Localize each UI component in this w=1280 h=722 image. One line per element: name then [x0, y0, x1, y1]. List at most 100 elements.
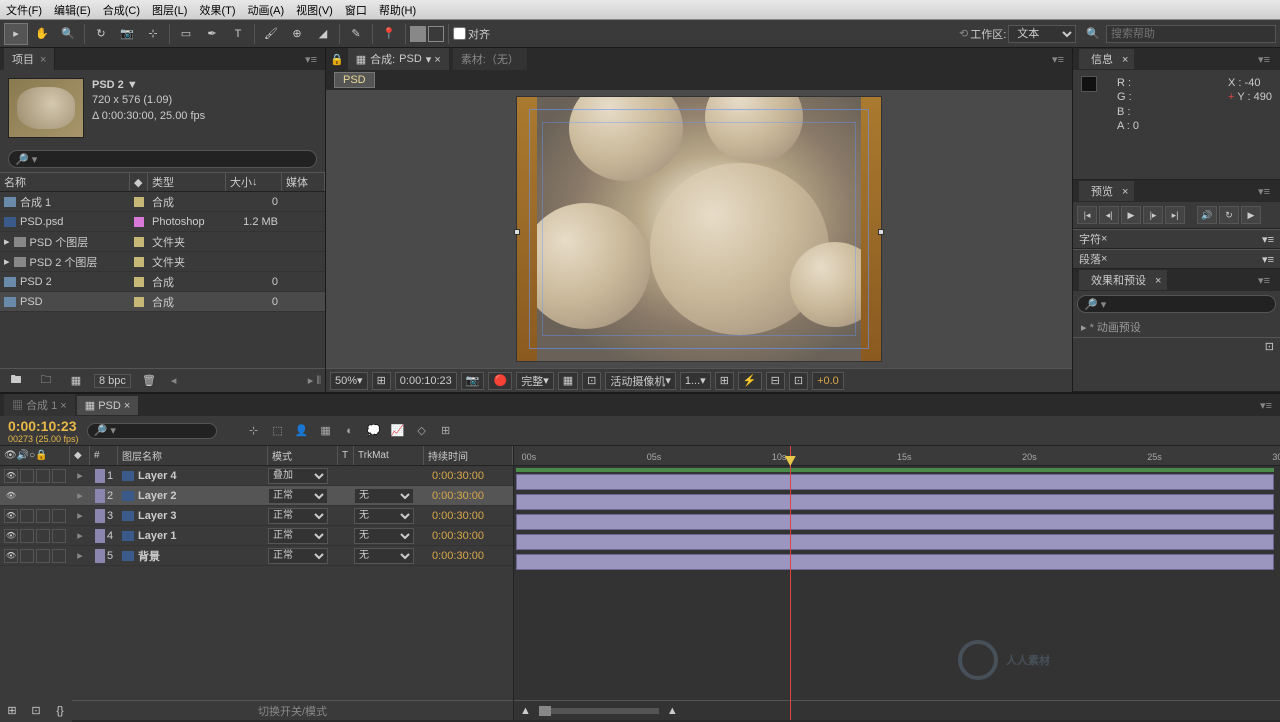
layer-bar[interactable]	[516, 494, 1274, 510]
tl-btn2[interactable]: ⊡	[24, 700, 48, 722]
preview-tab[interactable]: 预览 ×	[1079, 181, 1134, 201]
comp-subtab[interactable]: PSD	[334, 72, 375, 88]
col-duration[interactable]: 持续时间	[424, 446, 513, 465]
menu-file[interactable]: 文件(F)	[6, 2, 42, 18]
timeline-current-time[interactable]: 0:00:10:23	[8, 418, 79, 434]
auto-keyframe-icon[interactable]: ◇	[413, 422, 431, 440]
col-name[interactable]: 名称	[0, 173, 130, 191]
panel-menu-icon[interactable]: ▾≡	[1256, 399, 1276, 412]
zoom-tool[interactable]: 🔍	[56, 23, 80, 45]
text-tool[interactable]: T	[226, 23, 250, 45]
menu-layer[interactable]: 图层(L)	[152, 2, 187, 18]
trash-icon[interactable]: 🗑	[137, 370, 161, 392]
first-frame-btn[interactable]: |◂	[1077, 206, 1097, 224]
col-tag[interactable]: ◆	[130, 173, 148, 191]
timeline-search[interactable]: 🔎 ▾	[87, 423, 217, 439]
new-comp-icon[interactable]: ▦	[64, 370, 88, 392]
col-type[interactable]: 类型	[148, 173, 226, 191]
effects-item[interactable]: ▸ * 动画预设	[1073, 317, 1280, 337]
playhead[interactable]	[790, 446, 791, 720]
layer-bar[interactable]	[516, 554, 1274, 570]
graph-editor-icon[interactable]: ⊞	[437, 422, 455, 440]
anchor-tool[interactable]: ⊹	[141, 23, 165, 45]
interpret-icon[interactable]: 🖿	[4, 370, 28, 392]
snapshot-icon[interactable]: 📷	[461, 372, 485, 390]
eraser-tool[interactable]: ◢	[311, 23, 335, 45]
tl-btn3[interactable]: {}	[48, 700, 72, 722]
timeline-ruler[interactable]: 00s05s10s15s20s25s30s	[514, 446, 1280, 466]
timeline-icon[interactable]: ⊟	[766, 372, 785, 390]
time-display[interactable]: 0:00:10:23	[395, 372, 457, 390]
footage-tab[interactable]: 素材:（无）	[453, 48, 527, 70]
fast-icon[interactable]: ⚡	[738, 372, 762, 390]
res-icon[interactable]: ⊞	[372, 372, 391, 390]
zoom-out-icon[interactable]: ▲	[520, 705, 531, 717]
menu-help[interactable]: 帮助(H)	[379, 2, 416, 18]
frame-blend-icon[interactable]: ▦	[317, 422, 335, 440]
px-icon[interactable]: ⊞	[715, 372, 734, 390]
layer-bar[interactable]	[516, 534, 1274, 550]
draft3d-icon[interactable]: ⬚	[269, 422, 287, 440]
align-checkbox[interactable]	[453, 27, 466, 40]
grid-icon[interactable]: ▦	[558, 372, 578, 390]
menu-effect[interactable]: 效果(T)	[199, 2, 235, 18]
prev-frame-btn[interactable]: ◂|	[1099, 206, 1119, 224]
layer-bar[interactable]	[516, 474, 1274, 490]
new-folder-icon[interactable]: 🗀	[34, 370, 58, 392]
char-panel-header[interactable]: 字符 ×▾≡	[1073, 229, 1280, 249]
loop-btn[interactable]: ↻	[1219, 206, 1239, 224]
brush-tool[interactable]: 🖌	[259, 23, 283, 45]
shy-icon[interactable]: 👤	[293, 422, 311, 440]
tl-btn1[interactable]: ⊞	[0, 700, 24, 722]
effects-search[interactable]: 🔎 ▾	[1077, 295, 1276, 313]
motion-blur-icon[interactable]: ◐	[341, 422, 359, 440]
para-panel-header[interactable]: 段落 ×▾≡	[1073, 249, 1280, 269]
project-search[interactable]: 🔎 ▾	[8, 150, 317, 168]
effects-tab[interactable]: 效果和预设 ×	[1079, 270, 1167, 290]
timeline-layer[interactable]: 👁 ▸ 1 Layer 4 叠加 0:00:30:00	[0, 466, 513, 486]
rect-tool[interactable]: ▭	[174, 23, 198, 45]
col-size[interactable]: 大小 ↓	[226, 173, 282, 191]
timeline-layer[interactable]: 👁 ▸ 2 Layer 2 正常 无 0:00:30:00	[0, 486, 513, 506]
col-mode[interactable]: 模式	[268, 446, 338, 465]
next-frame-btn[interactable]: |▸	[1143, 206, 1163, 224]
effects-apply-icon[interactable]: ⊡	[1073, 337, 1280, 357]
zoom-in-icon[interactable]: ▲	[667, 705, 678, 717]
puppet-tool[interactable]: 📍	[377, 23, 401, 45]
camera-tool[interactable]: 📷	[115, 23, 139, 45]
menu-view[interactable]: 视图(V)	[296, 2, 333, 18]
zoom-select[interactable]: 50% ▾	[330, 372, 368, 390]
last-frame-btn[interactable]: ▸|	[1165, 206, 1185, 224]
sync-icon[interactable]: ⟲	[959, 27, 968, 40]
panel-menu-icon[interactable]: ▾≡	[1254, 53, 1274, 66]
flowchart-icon[interactable]: ⊡	[789, 372, 808, 390]
views-select[interactable]: 1... ▾	[680, 372, 711, 390]
selection-tool[interactable]: ▸	[4, 23, 28, 45]
exposure-value[interactable]: +0.0	[812, 372, 844, 390]
pen-tool[interactable]: ✒	[200, 23, 224, 45]
project-item[interactable]: PSD 2 合成 0	[0, 272, 325, 292]
toggle-switches[interactable]: 切换开关/模式	[72, 703, 513, 719]
stroke-color[interactable]	[428, 26, 444, 42]
menu-anim[interactable]: 动画(A)	[248, 2, 285, 18]
work-area[interactable]	[516, 468, 1274, 472]
brainstorm-icon[interactable]: 💭	[365, 422, 383, 440]
bpc-label[interactable]: 8 bpc	[94, 374, 131, 388]
zoom-slider[interactable]	[539, 708, 659, 714]
project-item[interactable]: ▸PSD 2 个图层 文件夹	[0, 252, 325, 272]
composition-viewer[interactable]	[326, 90, 1072, 368]
col-media[interactable]: 媒体	[282, 173, 325, 191]
graph-icon[interactable]: 📈	[389, 422, 407, 440]
play-btn[interactable]: ▶	[1121, 206, 1141, 224]
layer-bar[interactable]	[516, 514, 1274, 530]
channel-icon[interactable]: 🔴	[488, 372, 512, 390]
comp-tab[interactable]: ▦ 合成: PSD ▾ ×	[348, 48, 449, 70]
menu-window[interactable]: 窗口	[345, 2, 367, 18]
timeline-layer[interactable]: 👁 ▸ 3 Layer 3 正常 无 0:00:30:00	[0, 506, 513, 526]
project-item[interactable]: PSD.psd Photoshop 1.2 MB	[0, 212, 325, 232]
ram-btn[interactable]: ▶	[1241, 206, 1261, 224]
mask-icon[interactable]: ⊡	[582, 372, 601, 390]
project-item[interactable]: PSD 合成 0	[0, 292, 325, 312]
quality-select[interactable]: 完整 ▾	[516, 372, 554, 390]
project-item[interactable]: 合成 1 合成 0	[0, 192, 325, 212]
